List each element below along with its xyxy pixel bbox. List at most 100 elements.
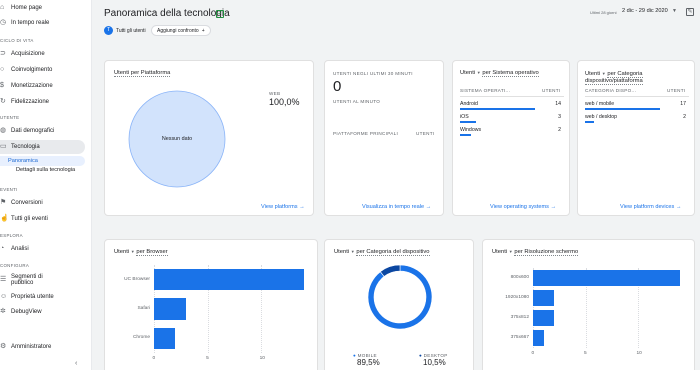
sidebar-item-user-properties[interactable]: ☺ Proprietà utente (0, 290, 88, 304)
sidebar-item-admin[interactable]: ⚙ Amministratore (0, 340, 88, 354)
view-platforms-link[interactable]: View platforms → (261, 204, 305, 210)
x-tick-label: 10 (259, 356, 265, 361)
sidebar-item-all-events[interactable]: ☝ Tutti gli eventi (0, 212, 88, 226)
sidebar-item-analysis[interactable]: ◔ Analisi (0, 242, 88, 256)
chevron-down-icon: ▼ (601, 71, 606, 76)
os-row-value: 3 (558, 114, 561, 120)
pie-no-data-label: Nessun dato (161, 136, 193, 142)
pd-row-label: web / mobile (585, 101, 615, 107)
y-category-label: 800x600 (510, 275, 529, 280)
card-platform-title: Utenti per Piattaforma (114, 70, 171, 77)
sidebar-item-conversions[interactable]: ⚑ Conversioni (0, 196, 88, 210)
section-user: UTENTE (0, 115, 20, 120)
sidebar-item-acquisition[interactable]: ⊃ Acquisizione (0, 47, 88, 61)
debug-icon: ✲ (0, 308, 6, 315)
arrow-right-icon: → (675, 204, 682, 210)
pd-col-1: CATEGORIA DISPO... (585, 88, 637, 93)
sidebar-item-technology[interactable]: ▭ Tecnologia (0, 140, 85, 154)
chevron-down-icon: ▼ (350, 249, 355, 254)
analysis-icon: ◔ (0, 245, 5, 252)
bar-375x667[interactable] (533, 330, 544, 346)
customize-report-icon[interactable]: ✎ (686, 8, 694, 16)
arrow-right-icon: → (550, 204, 557, 210)
os-divider (460, 96, 564, 97)
sidebar-item-engagement[interactable]: ○ Coinvolgimento (0, 63, 88, 77)
segment-label: Tutti gli utenti (116, 27, 146, 34)
view-platform-devices-link[interactable]: View platform devices → (620, 204, 681, 210)
section-config: CONFIGURA (0, 263, 30, 268)
money-icon: $ (0, 82, 4, 89)
add-comparison-button[interactable]: Aggiungi confronto + (151, 25, 211, 36)
date-range-label: Ultimi 28 giorni (590, 10, 617, 15)
y-category-label: UC Browser (124, 276, 150, 282)
y-category-label: 375x667 (510, 335, 529, 340)
segment-chip[interactable]: T Tutti gli utenti (104, 25, 146, 36)
page-title: Panoramica della tecnologia (104, 8, 230, 19)
os-row-label: iOS (460, 114, 469, 120)
section-events: EVENTI (0, 187, 18, 192)
home-icon: ⌂ (0, 4, 5, 11)
legend-mobile: ● MOBILE 89,5% (353, 353, 380, 367)
sidebar-item-audiences[interactable]: ☰ Segmenti di pubblico (0, 272, 88, 288)
chevron-down-icon[interactable]: ▼ (672, 8, 677, 14)
os-row-value: 14 (555, 101, 561, 107)
card-platform-device-title[interactable]: Utenti ▼ per Categoria dispositivo/piatt… (585, 70, 685, 86)
arrow-right-icon: → (425, 204, 432, 210)
view-realtime-link[interactable]: Visualizza in tempo reale → (362, 204, 431, 210)
pd-row-bar (585, 121, 594, 123)
bar-800x600[interactable] (533, 270, 680, 286)
platform-legend-label: WEB (269, 91, 281, 96)
os-row-bar (460, 121, 476, 123)
bar-safari[interactable] (154, 298, 187, 320)
globe-icon: ◍ (0, 127, 7, 134)
touch-icon: ☝ (0, 215, 9, 222)
view-os-link[interactable]: View operating systems → (490, 204, 556, 210)
date-range-picker[interactable]: 2 dic - 29 dic 2020 (622, 8, 668, 14)
sidebar-item-demographics[interactable]: ◍ Dati demografici (0, 124, 88, 138)
donut-slice-mobile[interactable] (367, 264, 433, 330)
card-resolution: Utenti ▼ per Risoluzione schermo 0 5 10 800… (482, 239, 695, 370)
verified-check-icon[interactable]: ✓ (216, 10, 224, 18)
os-row-bar (460, 108, 535, 110)
section-lifecycle: CICLO DI VITA (0, 38, 34, 43)
platform-legend-value: 100,0% (269, 97, 300, 107)
realtime-users-value: 0 (333, 78, 342, 95)
acquisition-icon: ⊃ (0, 50, 6, 57)
card-platform-device: Utenti ▼ per Categoria dispositivo/piatt… (577, 60, 695, 216)
sidebar-subitem-tech-details[interactable]: Dettagli sulla tecnologia (16, 167, 82, 174)
bar-uc-browser[interactable] (154, 269, 304, 291)
os-row-value: 2 (558, 127, 561, 133)
bar-1920x1080[interactable] (533, 290, 554, 306)
sidebar-item-realtime[interactable]: ◷ In tempo reale (0, 16, 88, 30)
card-device-category-title[interactable]: Utenti ▼ per Categoria del dispositivo (334, 249, 430, 256)
bar-375x812[interactable] (533, 310, 554, 326)
clock-icon: ◷ (0, 19, 7, 26)
pd-col-2: UTENTI (667, 88, 686, 93)
sidebar-subitem-overview[interactable]: Panoramica (0, 156, 85, 166)
section-explore: ESPLORA (0, 233, 23, 238)
sidebar-item-monetization[interactable]: $ Monetizzazione (0, 79, 88, 93)
legend-desktop: ● DESKTOP 10,5% (419, 353, 448, 367)
x-tick-label: 0 (152, 356, 156, 361)
segment-avatar: T (104, 26, 113, 35)
sidebar-item-retention[interactable]: ↻ Fidelizzazione (0, 95, 88, 109)
pd-row-bar (585, 108, 660, 110)
os-col-1: SISTEMA OPERATI... (460, 88, 511, 93)
devices-icon: ▭ (0, 143, 7, 150)
bar-chrome[interactable] (154, 327, 176, 349)
flag-icon: ⚑ (0, 199, 7, 206)
os-col-2: UTENTI (542, 88, 561, 93)
x-tick-label: 0 (531, 351, 535, 356)
x-tick-label: 5 (206, 356, 209, 361)
retention-icon: ↻ (0, 98, 6, 105)
x-tick-label: 5 (584, 351, 587, 356)
y-category-label: Safari (137, 306, 150, 311)
pd-divider (585, 96, 689, 97)
donut-slice-desktop[interactable] (379, 264, 401, 277)
engagement-icon: ○ (0, 66, 5, 73)
sidebar-item-debugview[interactable]: ✲ DebugView (0, 305, 88, 319)
sidebar-item-home[interactable]: ⌂ Home page (0, 1, 88, 15)
y-category-label: 1920x1080 (505, 295, 529, 300)
collapse-sidebar-icon[interactable]: ‹ (75, 360, 77, 367)
card-os-title[interactable]: Utenti ▼ per Sistema operativo (460, 70, 539, 77)
